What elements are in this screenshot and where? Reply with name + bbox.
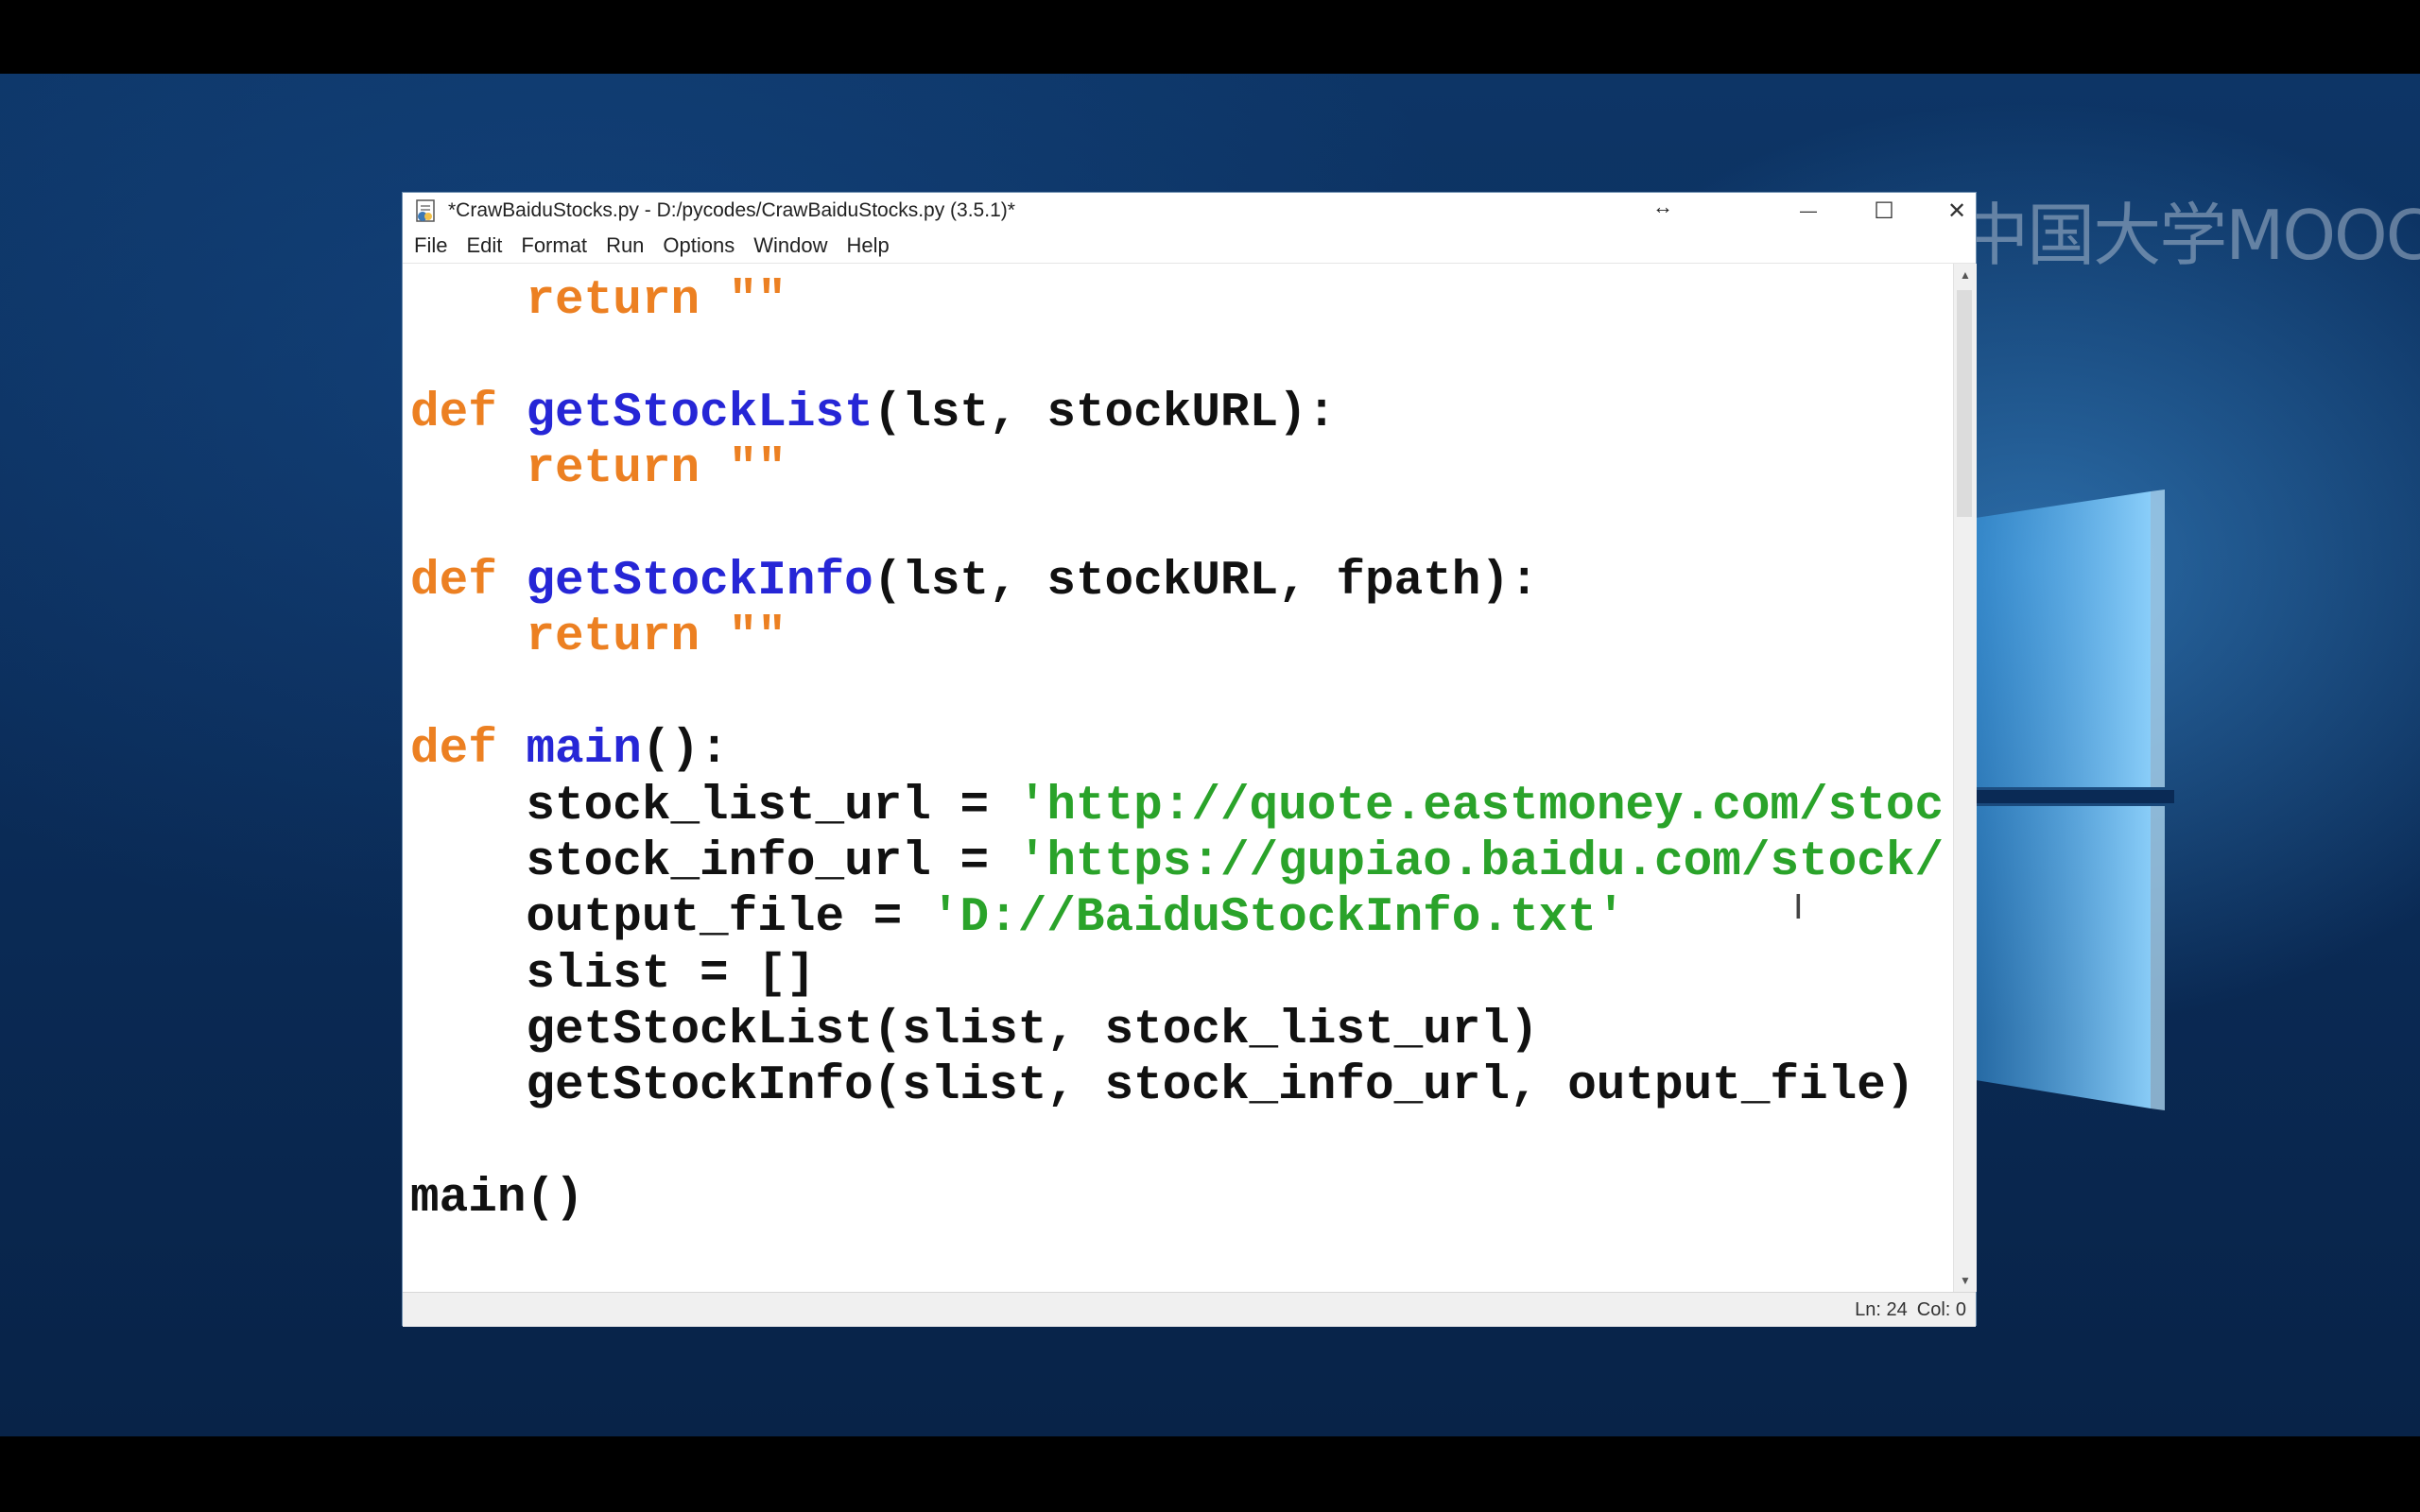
vertical-scrollbar[interactable]: ▲ ▼: [1953, 264, 1977, 1292]
minimize-button[interactable]: —: [1772, 193, 1845, 229]
code-token: getStockInfo: [526, 554, 873, 609]
line-indicator: Ln: 24: [1855, 1298, 1908, 1320]
code-token: return: [526, 442, 700, 497]
code-line: def getStockList(lst, stockURL):: [410, 386, 1944, 441]
mooc-watermark: 中国大学MOOC: [1940, 163, 2420, 295]
code-line: stock_info_url = 'https://gupiao.baidu.c…: [410, 834, 1944, 890]
watermark-text: 中国大学MOOC: [1961, 195, 2420, 275]
code-line: def getStockInfo(lst, stockURL, fpath):: [410, 554, 1944, 610]
code-line: def main():: [410, 722, 1944, 778]
code-line: getStockInfo(slist, stock_info_url, outp…: [410, 1058, 1944, 1114]
code-line: output_file = 'D://BaiduStockInfo.txt': [410, 890, 1944, 946]
scroll-thumb[interactable]: [1957, 290, 1972, 517]
idle-editor-window[interactable]: *CrawBaiduStocks.py - D:/pycodes/CrawBai…: [402, 192, 1977, 1327]
code-token: (lst, stockURL):: [873, 386, 1337, 440]
windows-logo-icon: [1947, 490, 2174, 1110]
close-icon: ✕: [1946, 198, 1967, 224]
code-token: output_file =: [410, 891, 931, 946]
status-bar: Ln: 24 Col: 0: [403, 1292, 1976, 1327]
minimize-icon: —: [1800, 200, 1817, 220]
window-title: *CrawBaiduStocks.py - D:/pycodes/CrawBai…: [448, 199, 1015, 221]
resize-cursor-icon: ↔: [1652, 195, 1673, 218]
title-bar[interactable]: *CrawBaiduStocks.py - D:/pycodes/CrawBai…: [403, 193, 1976, 229]
menu-edit[interactable]: Edit: [466, 233, 502, 258]
menu-bar: File Edit Format Run Options Window Help: [403, 229, 1976, 264]
column-indicator: Col: 0: [1916, 1298, 1966, 1320]
code-line: return "": [410, 610, 1944, 665]
code-token: 'D://BaiduStockInfo.txt': [930, 891, 1626, 946]
code-token: getStockList: [526, 386, 873, 440]
code-token: "": [728, 274, 786, 328]
code-token: ():: [641, 723, 729, 778]
menu-options[interactable]: Options: [663, 233, 735, 258]
code-editor[interactable]: return "" def getStockList(lst, stockURL)…: [403, 264, 1953, 1292]
code-token: main(): [410, 1172, 584, 1227]
menu-format[interactable]: Format: [521, 233, 587, 258]
code-token: return: [526, 274, 700, 328]
ibeam-cursor-icon: I: [1793, 888, 1804, 927]
code-token: stock_info_url =: [410, 834, 1018, 889]
code-line: main(): [410, 1171, 1944, 1227]
code-line: getStockList(slist, stock_list_url): [410, 1003, 1944, 1058]
code-token: main: [526, 723, 642, 778]
code-token: def: [410, 554, 497, 609]
code-line: return "": [410, 273, 1944, 329]
code-token: 'http://quote.eastmoney.com/stoc: [1017, 779, 1945, 833]
maximize-button[interactable]: ☐: [1847, 193, 1921, 229]
code-token: getStockInfo(slist, stock_info_url, outp…: [410, 1059, 1915, 1114]
code-token: slist = []: [410, 947, 816, 1002]
code-token: stock_list_url =: [410, 779, 1018, 833]
code-token: getStockList(slist, stock_list_url): [410, 1004, 1539, 1058]
menu-help[interactable]: Help: [847, 233, 890, 258]
scroll-down-arrow-icon[interactable]: ▼: [1954, 1269, 1977, 1292]
scroll-up-arrow-icon[interactable]: ▲: [1954, 264, 1977, 286]
menu-run[interactable]: Run: [606, 233, 644, 258]
code-line: slist = []: [410, 947, 1944, 1003]
code-token: return: [526, 610, 700, 665]
code-token: def: [410, 723, 497, 778]
code-line: return "": [410, 441, 1944, 497]
code-token: 'https://gupiao.baidu.com/stock/: [1017, 834, 1945, 889]
close-button[interactable]: ✕: [1920, 193, 1994, 229]
code-token: "": [728, 442, 786, 497]
code-line: stock_list_url = 'http://quote.eastmoney…: [410, 779, 1944, 834]
code-token: (lst, stockURL, fpath):: [873, 554, 1539, 609]
code-token: def: [410, 386, 497, 440]
code-text: return "" def getStockList(lst, stockURL)…: [410, 273, 1944, 1228]
maximize-icon: ☐: [1874, 198, 1894, 224]
menu-window[interactable]: Window: [753, 233, 827, 258]
code-token: "": [728, 610, 786, 665]
python-file-icon: [416, 199, 435, 222]
menu-file[interactable]: File: [414, 233, 447, 258]
